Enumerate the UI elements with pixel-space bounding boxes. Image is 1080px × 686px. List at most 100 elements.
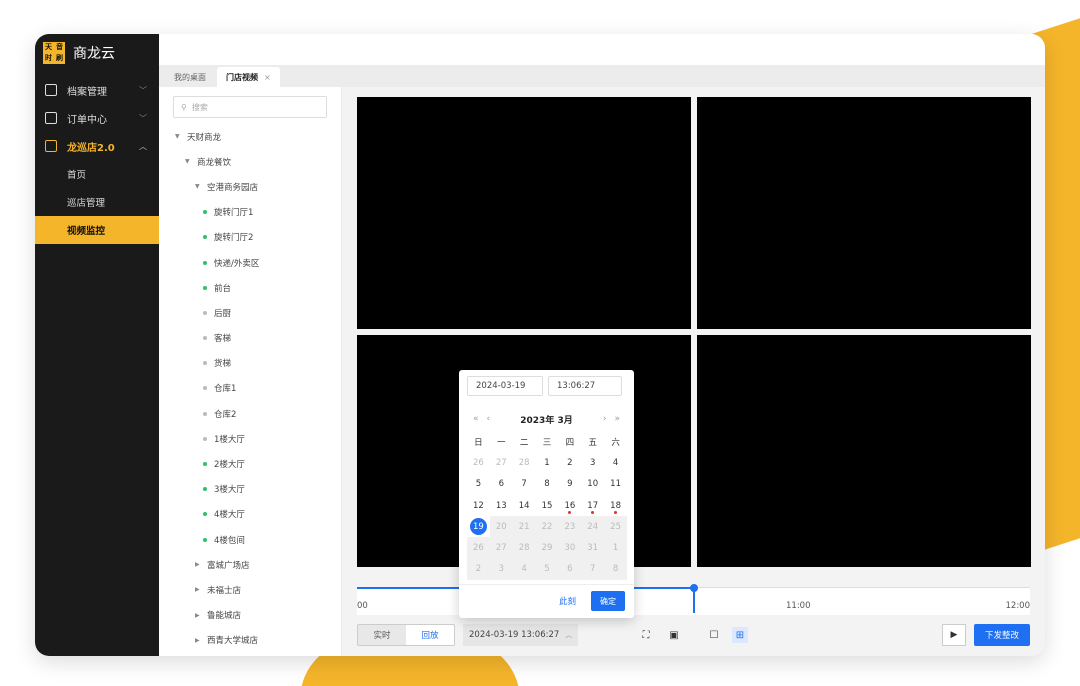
calendar-day[interactable]: 14	[513, 495, 536, 516]
calendar-day-label: 30	[564, 543, 576, 554]
sidebar-item-patrol[interactable]: 龙巡店2.0 ︿	[35, 132, 159, 160]
calendar-day[interactable]: 26	[467, 452, 490, 473]
tree-node[interactable]: ▶ 鲁能城店	[159, 603, 341, 628]
tree-node[interactable]: 货梯	[159, 351, 341, 376]
calendar-day-label: 4	[521, 564, 527, 575]
playback-button[interactable]: 回放	[406, 625, 454, 645]
next-year-icon[interactable]: »	[614, 414, 620, 424]
tree-node-label: 鲁能城店	[207, 611, 242, 622]
calendar-day-label: 1	[544, 457, 550, 468]
caret-right-icon[interactable]: ▶	[195, 561, 201, 568]
calendar-day-label: 19	[469, 518, 487, 536]
calendar-day: 2	[467, 558, 490, 581]
tab-desktop[interactable]: 我的桌面	[165, 67, 215, 87]
video-cell-1[interactable]	[357, 97, 691, 329]
date-input[interactable]: 2024-03-19	[467, 376, 543, 396]
calendar-day: 1	[604, 537, 627, 559]
caret-right-icon[interactable]: ▶	[195, 637, 201, 644]
tree-node[interactable]: 2楼大厅	[159, 451, 341, 476]
play-button[interactable]: ▶	[942, 624, 966, 646]
video-cell-4[interactable]	[697, 335, 1031, 567]
tree-node[interactable]: 后厨	[159, 300, 341, 325]
tree-node[interactable]: 旋转门厅2	[159, 225, 341, 250]
tree-node[interactable]: ▶ 西青大学城店	[159, 628, 341, 653]
tree-node[interactable]: ▼ 商龙餐饮	[159, 149, 341, 174]
tree-node[interactable]: 仓库1	[159, 376, 341, 401]
calendar-day[interactable]: 3	[581, 452, 604, 473]
calendar-day[interactable]: 16	[558, 495, 581, 516]
calendar-day[interactable]: 1	[536, 452, 559, 473]
calendar-day[interactable]: 5	[467, 474, 490, 495]
tree-node[interactable]: 快递/外卖区	[159, 250, 341, 275]
calendar-day: 25	[604, 516, 627, 538]
video-cell-2[interactable]	[697, 97, 1031, 329]
fullscreen-icon[interactable]: ⛶	[638, 627, 654, 643]
tree-node-label: 仓库1	[214, 384, 237, 395]
tree-node[interactable]: 4楼大厅	[159, 502, 341, 527]
calendar-day[interactable]: 18	[604, 495, 627, 516]
calendar-day[interactable]: 27	[490, 452, 513, 473]
tree-node[interactable]: ▶ 富城广场店	[159, 552, 341, 577]
calendar-day[interactable]: 17	[581, 495, 604, 516]
caret-right-icon[interactable]: ▶	[195, 586, 201, 593]
calendar-day-label: 12	[473, 500, 484, 511]
tree-node[interactable]: 4楼包间	[159, 527, 341, 552]
caret-right-icon[interactable]: ▶	[195, 612, 201, 619]
calendar-day[interactable]: 9	[558, 474, 581, 495]
calendar-day[interactable]: 11	[604, 474, 627, 495]
datetime-picker[interactable]: 2024-03-19 13:06:27 ︿	[463, 624, 579, 646]
grid-view-icon[interactable]: ⊞	[732, 627, 748, 643]
calendar-day[interactable]: 7	[513, 474, 536, 495]
next-month-icon[interactable]: ›	[603, 414, 607, 424]
timeline-cursor	[693, 587, 695, 613]
now-link[interactable]: 此刻	[559, 595, 576, 607]
calendar-day: 24	[581, 516, 605, 538]
sidebar-item-archive[interactable]: 档案管理 ﹀	[35, 76, 159, 104]
stage: 天音 时刷 商龙云 档案管理 ﹀ 订单中心 ﹀ 龙巡店2.0 ︿ 首页 巡店管理…	[0, 0, 1080, 686]
tree-node[interactable]: ▼ 天财商龙	[159, 124, 341, 149]
snapshot-icon[interactable]: ▣	[666, 627, 682, 643]
tree-node[interactable]: 3楼大厅	[159, 477, 341, 502]
tree-node[interactable]: ▶ 未福士店	[159, 577, 341, 602]
caret-down-icon[interactable]: ▼	[175, 133, 181, 140]
calendar-day[interactable]: 28	[513, 452, 536, 473]
tree-node[interactable]: 旋转门厅1	[159, 200, 341, 225]
sidebar-item-orders[interactable]: 订单中心 ﹀	[35, 104, 159, 132]
calendar-day: 6	[558, 558, 582, 581]
single-view-icon[interactable]: ☐	[706, 627, 722, 643]
calendar-day[interactable]: 6	[490, 474, 513, 495]
tree-node[interactable]: ▼ 空港商务园店	[159, 174, 341, 199]
caret-down-icon[interactable]: ▼	[195, 183, 201, 190]
top-bar	[159, 34, 1045, 65]
calendar-day[interactable]: 4	[604, 452, 627, 473]
tree-node-label: 空港商务园店	[207, 182, 259, 193]
tree-node[interactable]: 1楼大厅	[159, 426, 341, 451]
tree-node[interactable]: 客梯	[159, 326, 341, 351]
search-input[interactable]: ⚲ 搜索	[173, 96, 327, 118]
sidebar-subitem-patrol-manage[interactable]: 巡店管理	[35, 188, 159, 216]
prev-month-icon[interactable]: ‹	[487, 414, 491, 424]
prev-year-icon[interactable]: «	[473, 414, 479, 424]
sidebar-subitem-video-monitor[interactable]: 视频监控	[35, 216, 159, 244]
calendar-day[interactable]: 19	[467, 516, 490, 537]
search-placeholder: 搜索	[191, 102, 208, 112]
calendar-day[interactable]: 10	[581, 474, 604, 495]
calendar-day[interactable]: 8	[536, 474, 559, 495]
timeline[interactable]: 00 11:00 12:00	[357, 584, 1030, 615]
sidebar-subitem-home[interactable]: 首页	[35, 160, 159, 188]
calendar-grid: 日一二三四五六 26 27 28 1 2 3 4 5 6 7 8 9 10 11 12 13 14 15 16 17 18…	[467, 431, 627, 581]
tab-store-video[interactable]: 门店视频 ×	[217, 67, 280, 87]
confirm-button[interactable]: 确定	[591, 591, 625, 611]
dispatch-rectify-button[interactable]: 下发整改	[974, 624, 1030, 646]
close-icon[interactable]: ×	[264, 73, 271, 82]
live-button[interactable]: 实时	[358, 625, 406, 645]
time-input[interactable]: 13:06:27	[548, 376, 622, 396]
calendar-day[interactable]: 12	[467, 495, 490, 516]
calendar-day[interactable]: 2	[558, 452, 581, 473]
tree-node[interactable]: 前台	[159, 275, 341, 300]
caret-down-icon[interactable]: ▼	[185, 158, 191, 165]
logo: 天音 时刷 商龙云	[35, 34, 159, 72]
tree-node[interactable]: 仓库2	[159, 401, 341, 426]
calendar-day[interactable]: 13	[490, 495, 513, 516]
calendar-day[interactable]: 15	[536, 495, 559, 516]
